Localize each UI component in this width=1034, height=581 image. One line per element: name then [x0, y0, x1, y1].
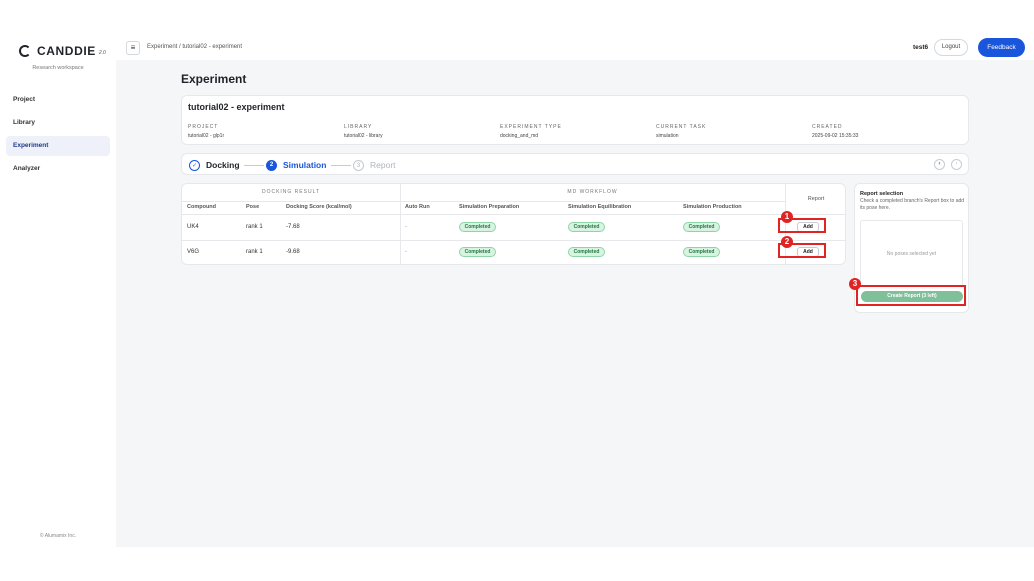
column-header-compound: Compound: [187, 204, 217, 210]
step-connector: [244, 165, 264, 166]
meta-project: PROJECT tutorial02 - glp1r: [188, 124, 224, 139]
step-number-icon: 3: [353, 159, 364, 171]
menu-toggle-button[interactable]: ≡: [126, 41, 140, 55]
status-badge: Completed: [683, 247, 720, 257]
report-empty-state: No poses selected yet: [860, 220, 963, 287]
status-badge: Completed: [459, 247, 496, 257]
group-header-md: MD WORKFLOW: [567, 189, 618, 195]
divider: [182, 201, 785, 202]
annotation-badge-3: 3: [849, 278, 861, 290]
meta-value: tutorial02 - glp1r: [188, 133, 225, 139]
meta-value: simulation: [656, 133, 679, 139]
app-name: CANDDIE: [37, 44, 96, 58]
sidebar-item-library[interactable]: Library: [6, 113, 110, 133]
meta-experiment-type: EXPERIMENT TYPE docking_and_md: [500, 124, 562, 139]
meta-value: docking_and_md: [500, 133, 539, 139]
column-header-pose: Pose: [246, 204, 260, 210]
app-version: 2.0: [98, 50, 106, 56]
app-logo[interactable]: CANDDIE 2.0: [19, 44, 106, 58]
report-panel-title: Report selection: [860, 191, 904, 197]
cell-score: -7.68: [286, 224, 300, 230]
hamburger-icon: ≡: [130, 43, 136, 52]
column-header-auto-run: Auto Run: [405, 204, 430, 210]
workspace-label: Research workspace: [32, 65, 84, 71]
divider: [182, 240, 845, 241]
sidebar-item-analyzer[interactable]: Analyzer: [6, 159, 110, 179]
step-connector: [331, 165, 351, 166]
meta-current-task: CURRENT TASK simulation: [656, 124, 706, 139]
workflow-stepper: ✓ Docking 2 Simulation 3 Report ‹ ›: [181, 153, 969, 175]
step-simulation[interactable]: 2 Simulation: [266, 154, 326, 176]
main-content: ≡ Experiment / tutorial02 - experiment t…: [116, 36, 1034, 547]
cell-pose: rank 1: [246, 249, 263, 255]
meta-label: LIBRARY: [344, 124, 373, 130]
username: test6: [913, 44, 929, 51]
status-badge: Completed: [683, 222, 720, 232]
step-report[interactable]: 3 Report: [353, 154, 396, 176]
column-header-sim-equil: Simulation Equilibration: [568, 204, 632, 210]
status-badge: Completed: [568, 247, 605, 257]
meta-value: 2025-09-02 15:35:33: [812, 133, 859, 139]
divider: [400, 184, 401, 264]
sidebar: CANDDIE 2.0 Research workspace Project L…: [0, 0, 116, 547]
sidebar-item-project[interactable]: Project: [6, 90, 110, 110]
step-label: Report: [370, 160, 396, 170]
chevron-left-icon: ‹: [938, 161, 941, 167]
step-label: Docking: [206, 160, 240, 170]
meta-label: EXPERIMENT TYPE: [500, 124, 562, 130]
breadcrumb: Experiment / tutorial02 - experiment: [147, 44, 243, 50]
step-label: Simulation: [283, 160, 327, 170]
meta-created: CREATED 2025-09-02 15:35:33: [812, 124, 858, 139]
check-circle-icon: ✓: [189, 159, 200, 171]
results-table: DOCKING RESULT MD WORKFLOW Report Compou…: [181, 183, 846, 265]
meta-library: LIBRARY tutorial02 - library: [344, 124, 383, 139]
cell-score: -9.68: [286, 249, 300, 255]
highlight-box-3: [856, 285, 966, 306]
status-badge: Completed: [459, 222, 496, 232]
topbar: ≡ Experiment / tutorial02 - experiment t…: [116, 36, 1034, 60]
chevron-right-icon: ›: [955, 161, 958, 167]
annotation-badge-1: 1: [781, 211, 793, 223]
column-header-sim-prod: Simulation Production: [683, 204, 742, 210]
page-title: Experiment: [181, 72, 247, 86]
canddie-logo-icon: [19, 45, 31, 57]
meta-label: PROJECT: [188, 124, 219, 130]
sidebar-nav: Project Library Experiment Analyzer: [6, 90, 110, 182]
meta-label: CREATED: [812, 124, 843, 130]
annotation-badge-2: 2: [781, 236, 793, 248]
feedback-button[interactable]: Feedback: [978, 38, 1025, 57]
meta-label: CURRENT TASK: [656, 124, 707, 130]
cell-pose: rank 1: [246, 224, 263, 230]
logout-button[interactable]: Logout: [934, 39, 968, 56]
status-badge: Completed: [568, 222, 605, 232]
group-header-docking: DOCKING RESULT: [261, 189, 321, 195]
cell-compound: UK4: [187, 224, 199, 230]
report-panel-help: Check a completed branch's Report box to…: [860, 198, 965, 211]
column-header-report: Report: [807, 196, 825, 202]
cell-auto-run: -: [405, 224, 407, 230]
divider: [182, 214, 845, 215]
experiment-name: tutorial02 - experiment: [188, 102, 285, 112]
cell-compound: V6G: [187, 249, 200, 255]
cell-auto-run: -: [405, 249, 407, 255]
next-arrow-button[interactable]: ›: [951, 159, 962, 170]
meta-value: tutorial02 - library: [344, 133, 383, 139]
sidebar-item-experiment[interactable]: Experiment: [6, 136, 110, 156]
copyright: © Alumamix Inc.: [39, 533, 77, 539]
prev-arrow-button[interactable]: ‹: [934, 159, 945, 170]
column-header-docking-score: Docking Score (kcal/mol): [286, 204, 352, 210]
step-docking[interactable]: ✓ Docking: [189, 154, 240, 176]
column-header-sim-prep: Simulation Preparation: [459, 204, 520, 210]
experiment-info-card: tutorial02 - experiment PROJECT tutorial…: [181, 95, 969, 145]
step-number-icon: 2: [266, 159, 277, 171]
